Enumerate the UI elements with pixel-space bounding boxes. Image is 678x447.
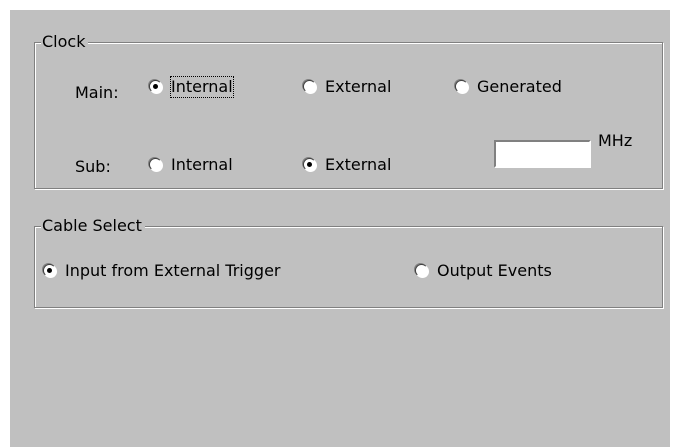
output-events-radio-label: Output Events — [437, 261, 552, 280]
sub-internal-radio-circle — [149, 158, 162, 171]
output-events-radio-circle — [415, 264, 428, 277]
cable-select-groupbox: Cable Select Input from External Trigger… — [34, 216, 663, 308]
input-external-trigger-radio-circle — [43, 264, 56, 277]
sub-clock-label: Sub: — [75, 157, 111, 176]
frequency-unit-label: MHz — [598, 131, 633, 150]
main-clock-label: Main: — [75, 83, 119, 102]
main-internal-radio-circle — [149, 80, 162, 93]
input-external-trigger-radio-label: Input from External Trigger — [65, 261, 281, 280]
sub-external-radio-circle — [303, 158, 316, 171]
main-external-radio-label: External — [325, 77, 392, 96]
clock-settings-panel: Clock Main: Internal External Generated … — [10, 10, 670, 447]
main-generated-radio-circle — [455, 80, 468, 93]
sub-internal-radio-label: Internal — [171, 155, 233, 174]
sub-external-radio-label: External — [325, 155, 392, 174]
cable-select-groupbox-title: Cable Select — [41, 216, 145, 236]
main-generated-radio-label: Generated — [477, 77, 562, 96]
clock-groupbox: Clock Main: Internal External Generated … — [34, 32, 663, 189]
clock-groupbox-title: Clock — [41, 32, 89, 52]
frequency-input[interactable] — [494, 140, 591, 168]
main-external-radio-circle — [303, 80, 316, 93]
main-internal-radio-label: Internal — [170, 76, 234, 98]
